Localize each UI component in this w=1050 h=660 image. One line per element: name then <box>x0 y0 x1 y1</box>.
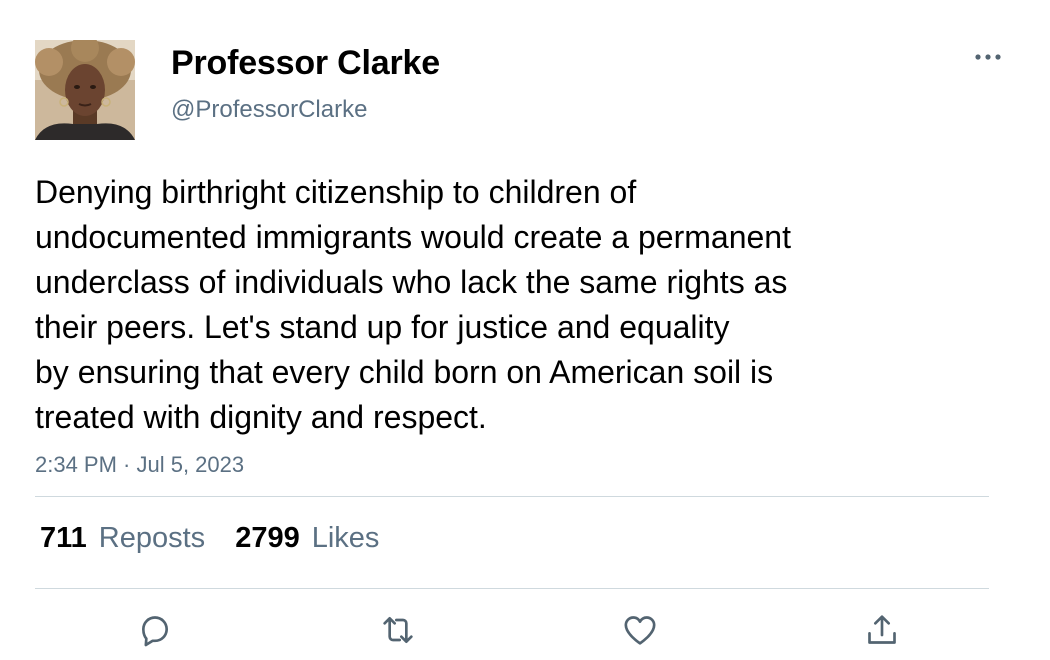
likes-stat[interactable]: 2799 Likes <box>235 522 379 555</box>
tweet-text-line: treated with dignity and respect. <box>35 399 487 435</box>
reposts-count: 711 <box>40 522 87 554</box>
tweet-text-line: their peers. Let's stand up for justice … <box>35 309 730 345</box>
avatar[interactable] <box>35 40 135 140</box>
tweet-timestamp[interactable]: 2:34 PM · Jul 5, 2023 <box>35 452 244 478</box>
tweet-text-line: undocumented immigrants would create a p… <box>35 219 791 255</box>
repost-button[interactable] <box>376 608 420 652</box>
tweet-text-line: by ensuring that every child born on Ame… <box>35 354 774 390</box>
tweet-card: Professor Clarke @ProfessorClarke Denyin… <box>0 0 1050 660</box>
heart-icon <box>624 616 656 645</box>
repost-icon <box>383 617 413 643</box>
divider <box>35 496 989 497</box>
more-options-button[interactable] <box>972 46 1004 68</box>
avatar-photo <box>35 40 135 140</box>
divider <box>35 588 989 589</box>
reply-button[interactable] <box>133 608 177 652</box>
display-name[interactable]: Professor Clarke <box>171 44 440 83</box>
like-button[interactable] <box>618 608 662 652</box>
tweet-text-line: Denying birthright citizenship to childr… <box>35 174 637 210</box>
likes-count: 2799 <box>235 522 300 554</box>
engagement-stats: 711 Reposts 2799 Likes <box>40 522 409 558</box>
user-handle[interactable]: @ProfessorClarke <box>171 96 367 124</box>
reply-icon <box>142 616 168 647</box>
share-icon <box>868 615 896 644</box>
likes-label: Likes <box>311 522 380 554</box>
tweet-text: Denying birthright citizenship to childr… <box>35 170 935 440</box>
share-button[interactable] <box>860 608 904 652</box>
more-options-icon <box>975 54 1001 60</box>
reposts-stat[interactable]: 711 Reposts <box>40 522 205 555</box>
reposts-label: Reposts <box>98 522 206 554</box>
tweet-text-line: underclass of individuals who lack the s… <box>35 264 788 300</box>
